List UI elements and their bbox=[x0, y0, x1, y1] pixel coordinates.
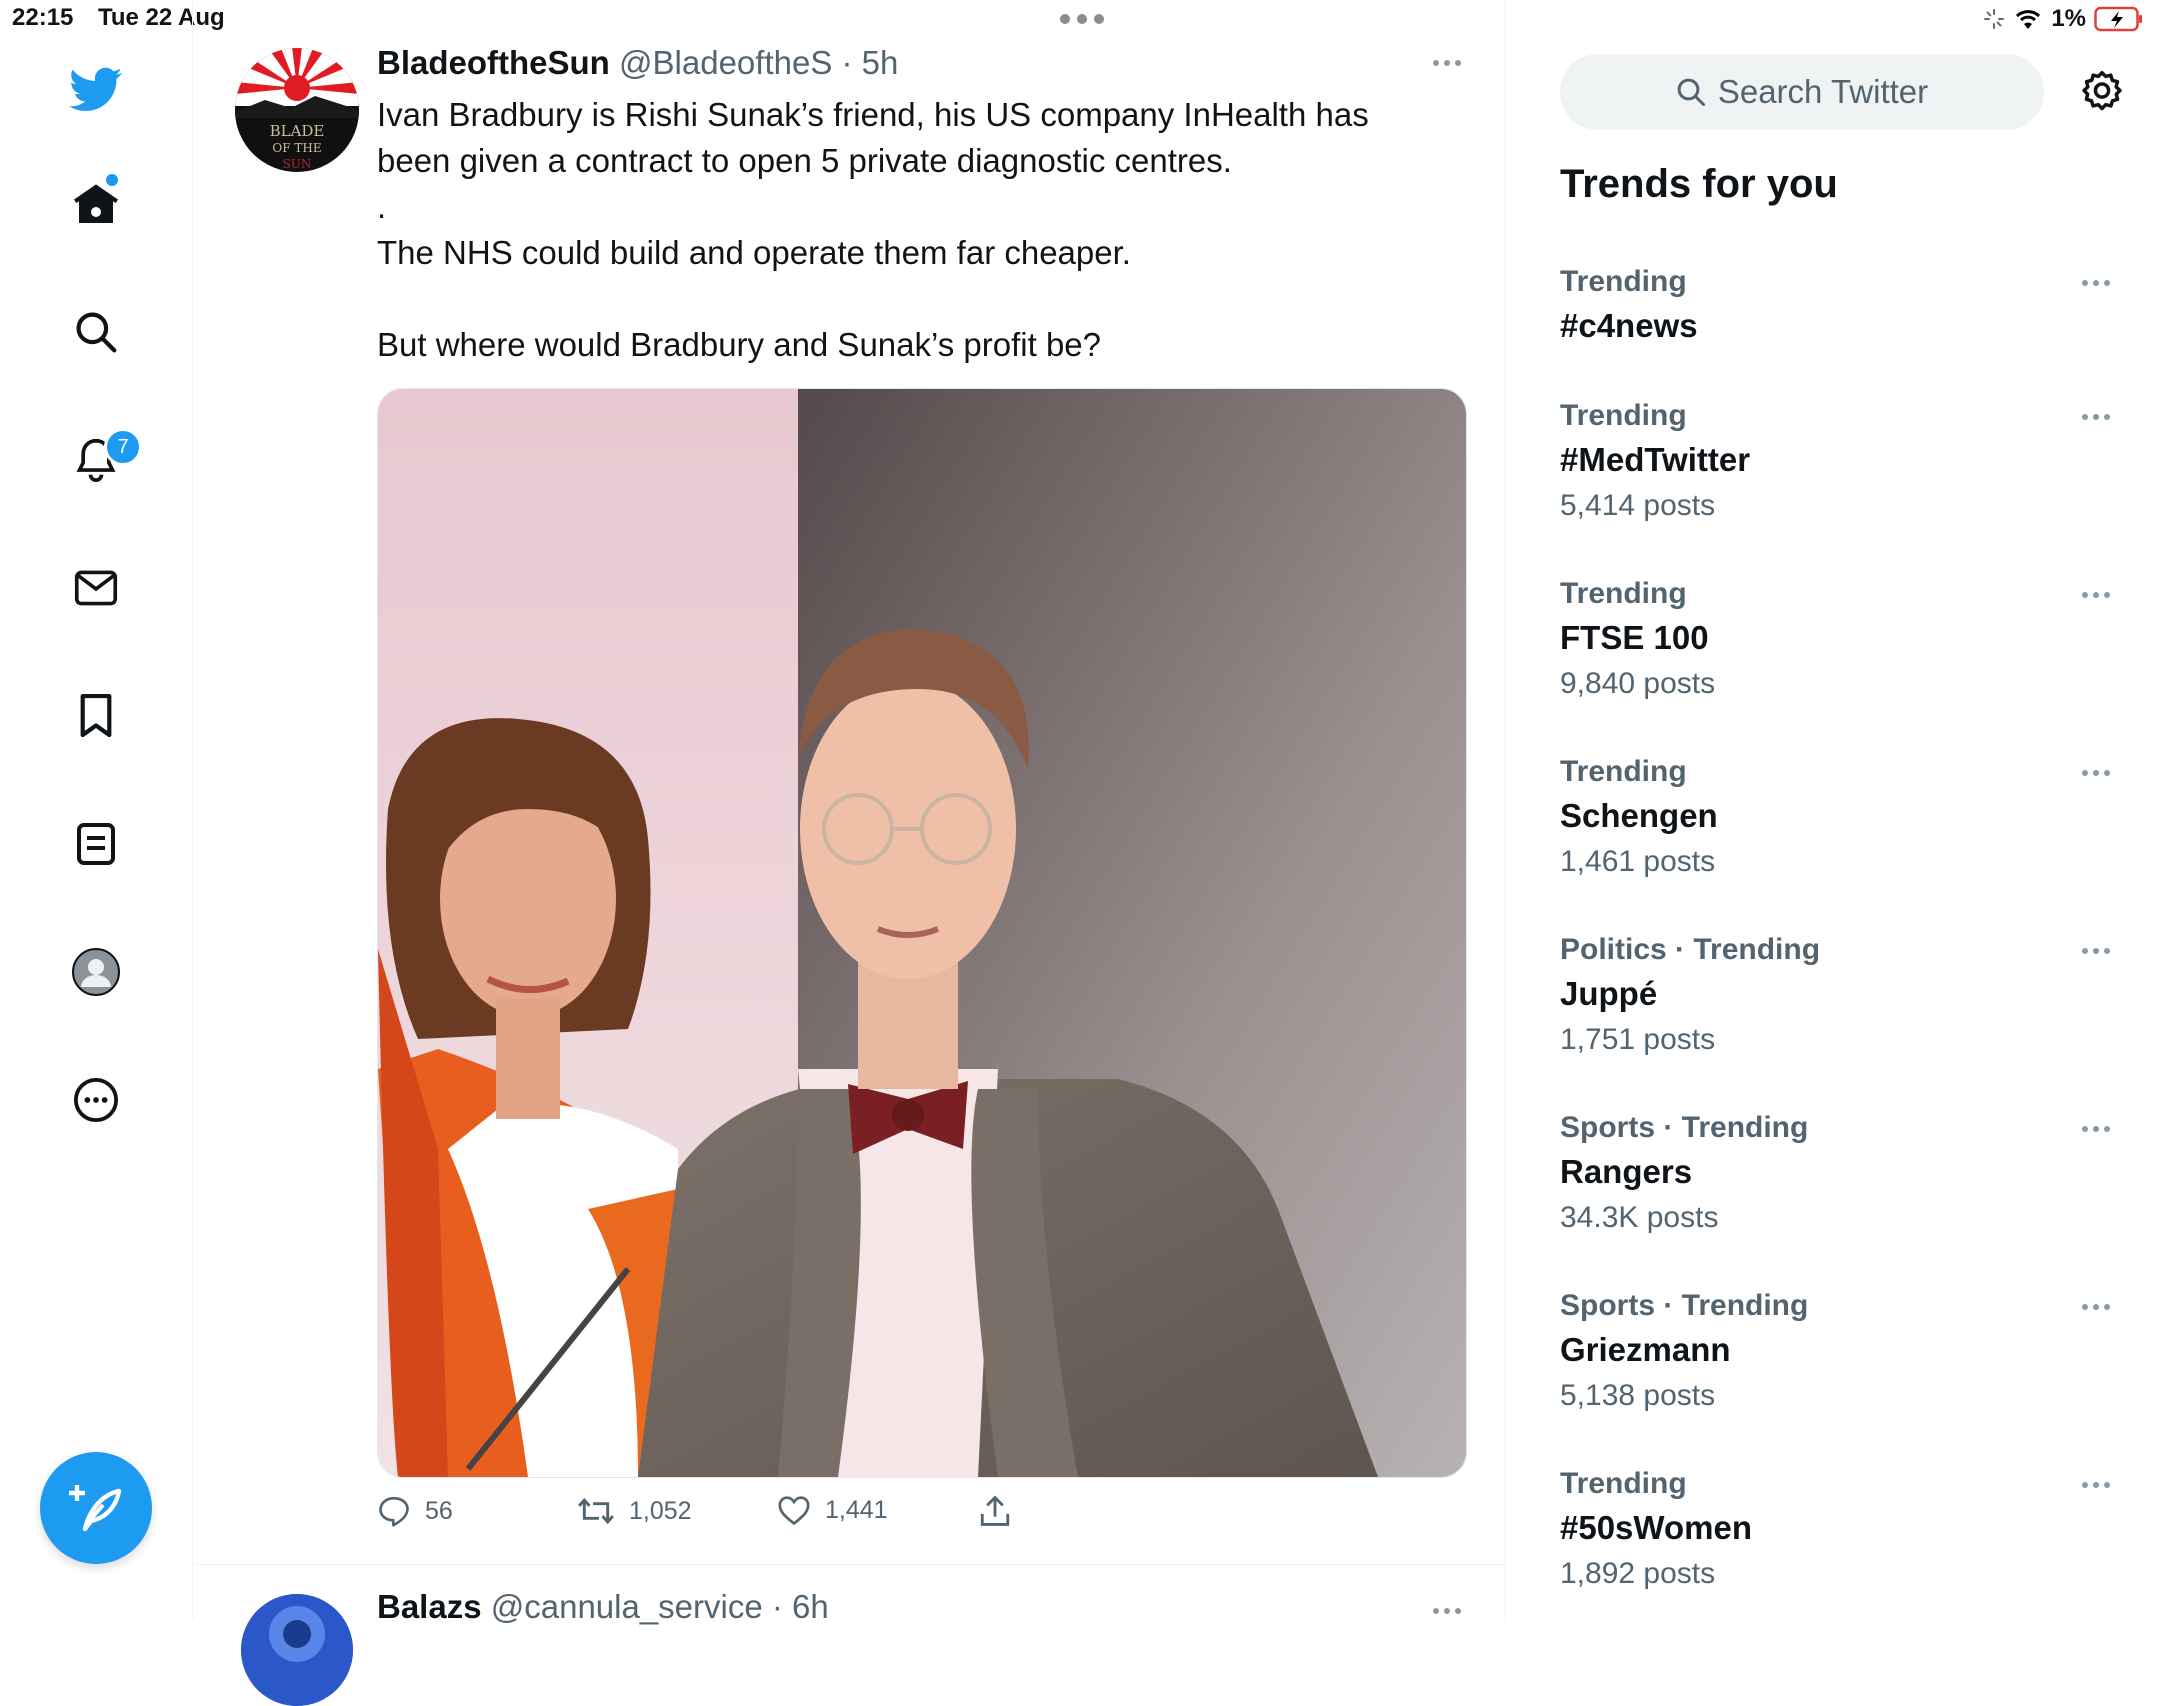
trend-count: 9,840 posts bbox=[1560, 667, 1716, 700]
retweet-count: 1,052 bbox=[629, 1496, 692, 1525]
trend-context: Sports · Trending bbox=[1560, 1289, 1809, 1322]
next-tweet-header: Balazs @cannula_service · 6h bbox=[377, 1588, 829, 1626]
next-tweet-handle-time[interactable]: @cannula_service · 6h bbox=[491, 1588, 829, 1625]
reply-icon bbox=[379, 1496, 409, 1527]
trend-name: #50sWomen bbox=[1560, 1509, 1752, 1546]
trend-count: 5,414 posts bbox=[1560, 489, 1716, 522]
trend-count: 34.3K posts bbox=[1560, 1201, 1719, 1234]
tweet-more-icon[interactable] bbox=[1433, 60, 1461, 66]
trend-name: Rangers bbox=[1560, 1153, 1693, 1190]
explore-search-icon[interactable] bbox=[66, 302, 126, 362]
trend-item[interactable]: Sports · Trending Griezmann 5,138 posts bbox=[1560, 1286, 2120, 1418]
trend-context: Trending bbox=[1560, 1467, 1687, 1500]
heart-icon bbox=[778, 1496, 810, 1526]
like-button[interactable]: 1,441 bbox=[777, 1494, 888, 1526]
trend-more-icon[interactable] bbox=[2082, 1482, 2110, 1488]
lists-icon[interactable] bbox=[66, 814, 126, 874]
more-circle-icon[interactable] bbox=[66, 1070, 126, 1130]
bookmark-icon[interactable] bbox=[66, 686, 126, 746]
right-panel: Search Twitter Trends for you Trending #… bbox=[1506, 0, 2160, 1620]
trend-name: #MedTwitter bbox=[1560, 441, 1751, 478]
trend-more-icon[interactable] bbox=[2082, 770, 2110, 776]
tweet-divider bbox=[193, 1564, 1505, 1565]
next-tweet-avatar[interactable] bbox=[241, 1594, 353, 1706]
trend-more-icon[interactable] bbox=[2082, 1126, 2110, 1132]
share-button[interactable] bbox=[979, 1494, 1011, 1528]
trend-count: 1,892 posts bbox=[1560, 1557, 1716, 1590]
trend-item[interactable]: Trending #c4news bbox=[1560, 262, 2120, 350]
sidebar: 7 bbox=[0, 0, 193, 1620]
like-count: 1,441 bbox=[825, 1495, 888, 1524]
trend-item[interactable]: Trending #MedTwitter 5,414 posts bbox=[1560, 396, 2120, 528]
retweet-button[interactable]: 1,052 bbox=[577, 1494, 692, 1528]
trend-count: 5,138 posts bbox=[1560, 1379, 1716, 1412]
trend-count: 1,461 posts bbox=[1560, 845, 1716, 878]
trend-name: Schengen bbox=[1560, 797, 1718, 834]
compose-tweet-button[interactable] bbox=[40, 1452, 152, 1564]
trend-context: Politics · Trending bbox=[1560, 933, 1821, 966]
trend-more-icon[interactable] bbox=[2082, 948, 2110, 954]
timeline: BLADE OF THE SUN BladeoftheSun @Bladeoft… bbox=[193, 0, 1506, 1706]
home-unread-dot bbox=[106, 174, 118, 186]
retweet-icon bbox=[578, 1497, 614, 1525]
trend-context: Sports · Trending bbox=[1560, 1111, 1809, 1144]
search-icon bbox=[1677, 78, 1705, 106]
svg-text:SUN: SUN bbox=[283, 157, 312, 171]
trend-name: #c4news bbox=[1560, 307, 1698, 344]
trend-item[interactable]: Trending FTSE 100 9,840 posts bbox=[1560, 574, 2120, 706]
svg-text:OF THE: OF THE bbox=[272, 141, 321, 155]
trend-count: 1,751 posts bbox=[1560, 1023, 1716, 1056]
trend-more-icon[interactable] bbox=[2082, 280, 2110, 286]
trends-title: Trends for you bbox=[1560, 162, 1838, 206]
trend-name: FTSE 100 bbox=[1560, 619, 1709, 656]
tweet-author-name[interactable]: BladeoftheSun bbox=[377, 44, 610, 81]
tweet-text: Ivan Bradbury is Rishi Sunak’s friend, h… bbox=[377, 96, 1369, 363]
tweet-handle-time[interactable]: @BladeoftheS · 5h bbox=[619, 44, 898, 81]
trend-more-icon[interactable] bbox=[2082, 592, 2110, 598]
profile-avatar-icon[interactable] bbox=[66, 942, 126, 1002]
trend-name: Griezmann bbox=[1560, 1331, 1731, 1368]
share-icon bbox=[980, 1495, 1010, 1526]
trend-item[interactable]: Politics · Trending Juppé 1,751 posts bbox=[1560, 930, 2120, 1062]
settings-gear-icon[interactable] bbox=[2074, 64, 2130, 120]
trend-context: Trending bbox=[1560, 399, 1687, 432]
trend-more-icon[interactable] bbox=[2082, 414, 2110, 420]
search-placeholder: Search Twitter bbox=[1717, 73, 1929, 110]
trend-name: Juppé bbox=[1560, 975, 1658, 1012]
reply-button[interactable]: 56 bbox=[377, 1494, 453, 1528]
tweet-photo[interactable] bbox=[377, 388, 1467, 1478]
notifications-badge: 7 bbox=[104, 428, 142, 466]
twitter-logo-icon[interactable] bbox=[66, 60, 126, 120]
trend-more-icon[interactable] bbox=[2082, 1304, 2110, 1310]
search-twitter-input[interactable]: Search Twitter bbox=[1560, 54, 2044, 130]
tweet-actions: 56 1,052 1,441 bbox=[377, 1494, 1277, 1538]
tweet-author-avatar[interactable]: BLADE OF THE SUN bbox=[235, 48, 359, 172]
trend-context: Trending bbox=[1560, 265, 1687, 298]
trend-context: Trending bbox=[1560, 755, 1687, 788]
trend-item[interactable]: Sports · Trending Rangers 34.3K posts bbox=[1560, 1108, 2120, 1240]
compose-feather-icon bbox=[69, 1485, 122, 1532]
svg-text:BLADE: BLADE bbox=[270, 122, 325, 140]
trend-context: Trending bbox=[1560, 577, 1687, 610]
tweet-header: BladeoftheSun @BladeoftheS · 5h bbox=[377, 44, 898, 82]
next-tweet-more-icon[interactable] bbox=[1433, 1608, 1461, 1614]
messages-envelope-icon[interactable] bbox=[66, 558, 126, 618]
trend-item[interactable]: Trending Schengen 1,461 posts bbox=[1560, 752, 2120, 884]
next-tweet-author-name[interactable]: Balazs bbox=[377, 1588, 482, 1625]
trend-item[interactable]: Trending #50sWomen 1,892 posts bbox=[1560, 1464, 2120, 1596]
reply-count: 56 bbox=[425, 1496, 453, 1525]
